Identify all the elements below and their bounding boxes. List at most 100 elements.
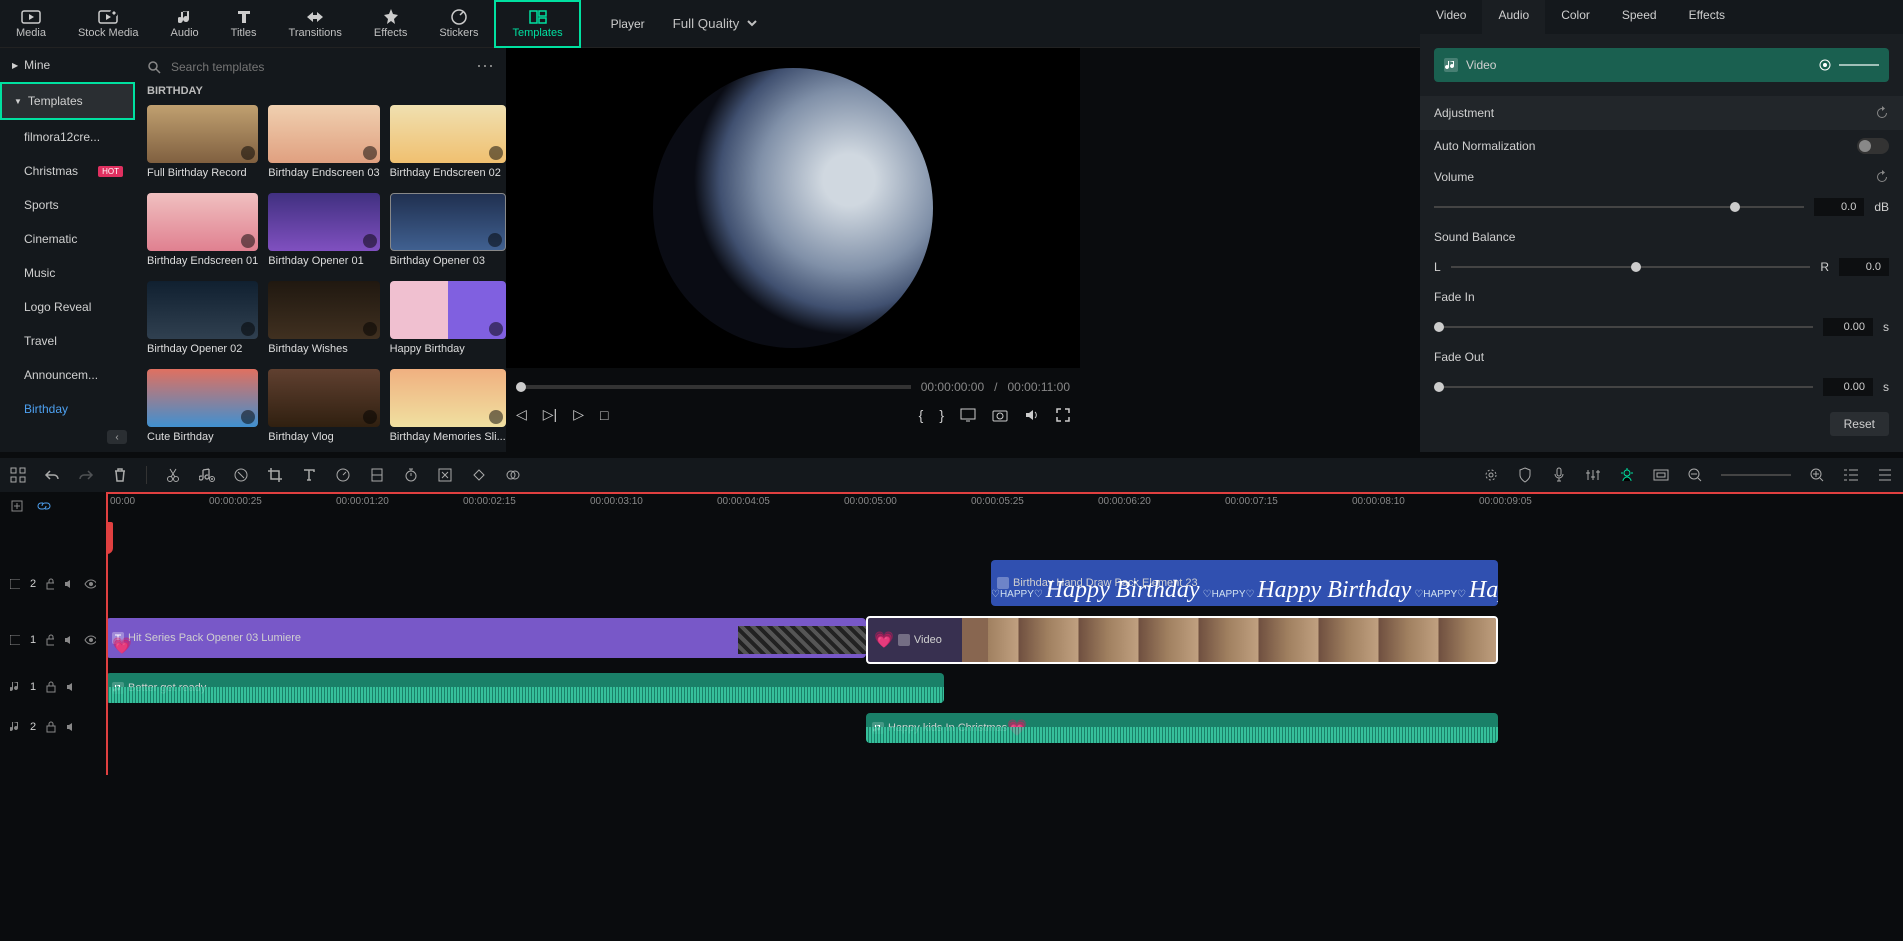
mute-icon[interactable] — [66, 722, 78, 732]
ptab-speed[interactable]: Speed — [1606, 0, 1673, 34]
zoom-out-icon[interactable] — [1687, 467, 1703, 483]
mark-in-icon[interactable]: { — [919, 407, 924, 423]
sidebar-birthday[interactable]: Birthday — [0, 392, 135, 426]
track-header-v2[interactable]: 2 — [0, 556, 106, 612]
template-item[interactable]: Birthday Vlog — [268, 369, 379, 445]
template-item[interactable]: Birthday Opener 03 — [390, 193, 506, 271]
text-icon[interactable] — [301, 467, 317, 483]
volume-value[interactable]: 0.0 — [1814, 198, 1864, 216]
ptab-video[interactable]: Video — [1420, 0, 1482, 34]
sidebar-announce[interactable]: Announcem... — [0, 358, 135, 392]
keyframe-icon[interactable] — [471, 467, 487, 483]
preview-viewport[interactable] — [506, 48, 1080, 368]
tab-stickers[interactable]: Stickers — [423, 0, 494, 48]
view-mode-icon[interactable] — [1843, 467, 1859, 483]
fadein-slider[interactable] — [1434, 326, 1813, 328]
template-item[interactable]: Happy Birthday — [390, 281, 506, 359]
tab-media[interactable]: Media — [0, 0, 62, 48]
reset-small-icon[interactable] — [1875, 170, 1889, 184]
fullscreen-icon[interactable] — [1056, 408, 1070, 422]
prev-frame-icon[interactable]: ◁ — [516, 406, 527, 423]
tab-stock-media[interactable]: Stock Media — [62, 0, 155, 48]
clip-video-main[interactable]: 💗Video — [866, 616, 1498, 664]
template-item[interactable]: Birthday Opener 02 — [147, 281, 258, 359]
link-icon[interactable] — [36, 499, 52, 513]
monitor-icon[interactable] — [960, 408, 976, 422]
stop-icon[interactable]: □ — [600, 407, 608, 423]
tab-effects[interactable]: Effects — [358, 0, 423, 48]
adjustment-header[interactable]: Adjustment — [1420, 96, 1903, 130]
clip-header[interactable]: Video — [1434, 48, 1889, 82]
template-item[interactable]: Birthday Memories Sli... — [390, 369, 506, 445]
fadeout-slider[interactable] — [1434, 386, 1813, 388]
timeline[interactable]: 00:00 00:00:00:25 00:00:01:20 00:00:02:1… — [106, 492, 1903, 775]
quality-select[interactable]: Full Quality — [665, 11, 760, 36]
sidebar-music[interactable]: Music — [0, 256, 135, 290]
template-item[interactable]: Birthday Opener 01 — [268, 193, 379, 271]
template-item[interactable]: Birthday Wishes — [268, 281, 379, 359]
play-loop-icon[interactable]: ▷| — [543, 406, 557, 423]
clip-audio-1[interactable]: Better get ready — [106, 673, 944, 703]
lock-icon[interactable] — [46, 634, 54, 646]
tab-templates[interactable]: Templates — [494, 0, 580, 48]
redo-icon[interactable] — [78, 467, 94, 483]
timer-tool-icon[interactable] — [403, 467, 419, 483]
tab-titles[interactable]: Titles — [215, 0, 273, 48]
snapshot-icon[interactable] — [992, 408, 1008, 422]
timeline-ruler[interactable]: 00:00 00:00:00:25 00:00:01:20 00:00:02:1… — [106, 492, 1903, 520]
play-icon[interactable]: ▷ — [573, 406, 584, 423]
frame-icon[interactable] — [1653, 467, 1669, 483]
mute-icon[interactable] — [64, 635, 74, 645]
fadeout-value[interactable]: 0.00 — [1823, 378, 1873, 396]
mute-icon[interactable] — [64, 579, 74, 589]
track-header-a2[interactable]: 2 — [0, 707, 106, 747]
clip-video-opener[interactable]: Hit Series Pack Opener 03 Lumiere 💗 — [106, 618, 866, 658]
template-item[interactable]: Birthday Endscreen 03 — [268, 105, 379, 183]
balance-value[interactable]: 0.0 — [1839, 258, 1889, 276]
collapse-button[interactable]: ‹ — [107, 430, 127, 444]
settings-gear-icon[interactable] — [1483, 467, 1499, 483]
overlay-icon[interactable] — [505, 467, 521, 483]
speed-tool-icon[interactable] — [335, 467, 351, 483]
reset-small-icon[interactable] — [1875, 106, 1889, 120]
add-track-icon[interactable] — [10, 499, 24, 513]
balance-slider[interactable] — [1451, 266, 1811, 268]
mark-out-icon[interactable]: } — [939, 407, 944, 423]
sidebar-christmas[interactable]: ChristmasHOT — [0, 154, 135, 188]
zoom-in-icon[interactable] — [1809, 467, 1825, 483]
undo-icon[interactable] — [44, 467, 60, 483]
tag-icon[interactable] — [233, 467, 249, 483]
tab-transitions[interactable]: Transitions — [273, 0, 358, 48]
mute-icon[interactable] — [66, 682, 78, 692]
transition-region[interactable] — [738, 626, 866, 654]
tab-audio[interactable]: Audio — [155, 0, 215, 48]
track-header-a1[interactable]: 1 — [0, 667, 106, 707]
eye-icon[interactable] — [84, 635, 96, 645]
audio-detach-icon[interactable] — [199, 467, 215, 483]
playhead[interactable] — [106, 494, 108, 775]
track-header-v1[interactable]: 1 — [0, 612, 106, 667]
sidebar-sports[interactable]: Sports — [0, 188, 135, 222]
volume-slider[interactable] — [1434, 206, 1804, 208]
ptab-audio[interactable]: Audio — [1482, 0, 1545, 34]
clip-audio-2[interactable]: Happy kids In Christmas 💗 — [866, 713, 1498, 743]
delete-icon[interactable] — [112, 467, 128, 483]
search-input[interactable] — [171, 60, 466, 74]
edit-tools-icon[interactable] — [10, 467, 26, 483]
template-item[interactable]: Cute Birthday — [147, 369, 258, 445]
preview-scrubber[interactable] — [516, 385, 911, 389]
lock-icon[interactable] — [46, 681, 56, 693]
sidebar-logo[interactable]: Logo Reveal — [0, 290, 135, 324]
clip-title[interactable]: Birthday Hand Draw Pack Element 23 ♡HAPP… — [991, 560, 1498, 606]
auto-norm-toggle[interactable] — [1857, 138, 1889, 154]
mic-icon[interactable] — [1551, 467, 1567, 483]
zoom-slider[interactable] — [1721, 474, 1791, 476]
sidebar-travel[interactable]: Travel — [0, 324, 135, 358]
reset-button[interactable]: Reset — [1830, 412, 1889, 436]
ptab-effects[interactable]: Effects — [1673, 0, 1741, 34]
shield-icon[interactable] — [1517, 467, 1533, 483]
lock-icon[interactable] — [46, 578, 54, 590]
speaker-icon[interactable] — [1024, 408, 1040, 422]
template-item[interactable]: Birthday Endscreen 02 — [390, 105, 506, 183]
crop-icon[interactable] — [267, 467, 283, 483]
